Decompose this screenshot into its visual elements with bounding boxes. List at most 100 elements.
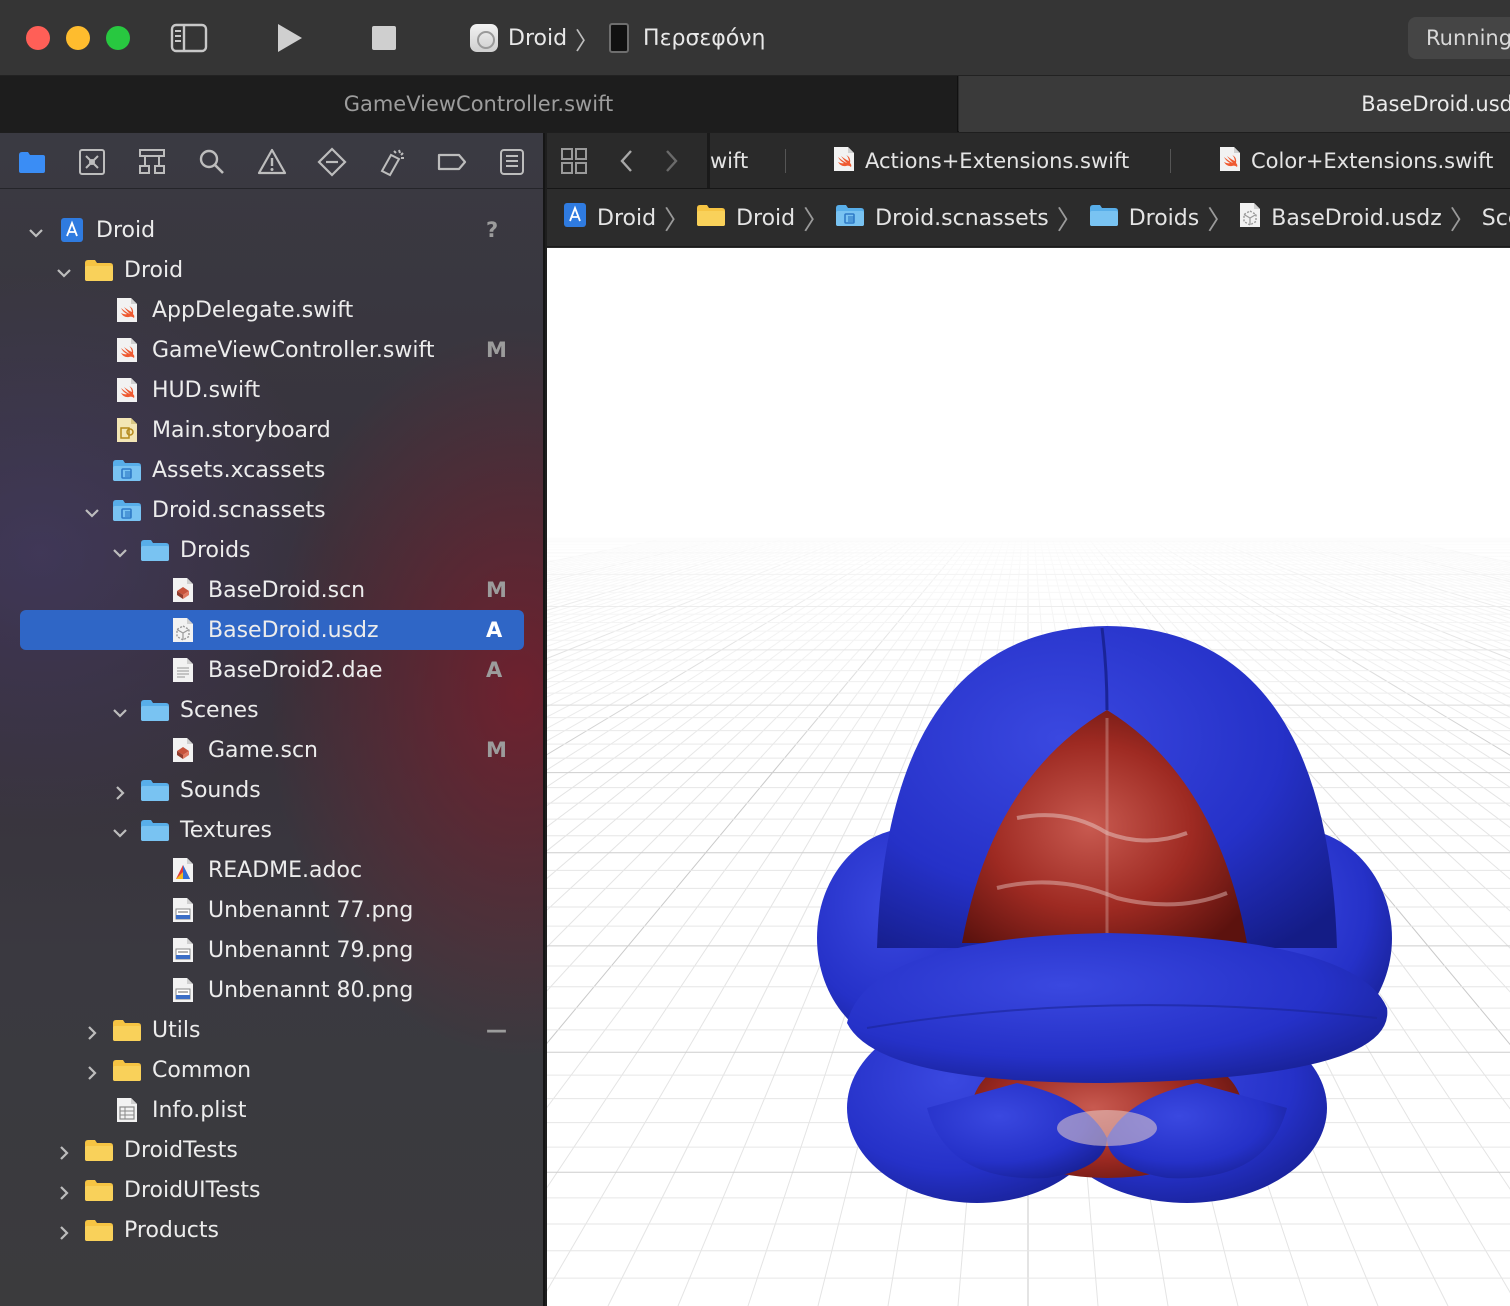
breakpoint-icon[interactable] [437,147,467,177]
file-tree-label: Sounds [180,778,261,803]
chevron-right-icon: 〉 [1207,205,1234,236]
file-tree-row-droiduitests[interactable]: DroidUITests [0,1170,543,1210]
png-icon [172,897,194,929]
folder-icon [84,1138,114,1168]
chevron-down-icon[interactable] [112,702,128,718]
app-scheme-icon [470,24,498,52]
file-tree-row-gameviewcontroller-swift[interactable]: GameViewController.swift M [0,330,543,370]
scheme-selector[interactable]: Droid 〉 Περσεφόνη [470,20,766,56]
file-tree-row-game-scn[interactable]: Game.scn M [0,730,543,770]
folder-icon [84,258,114,288]
swift-file-icon [833,146,855,177]
file-tree-row-droid[interactable]: Droid? [0,210,543,250]
file-tree-label: Droids [180,538,251,563]
editor-tab-color-extensions[interactable]: Color+Extensions.swift [1219,133,1494,188]
back-arrow-icon[interactable] [617,133,637,188]
editor-tab-1[interactable]: wift [710,133,748,188]
breadcrumb-droid[interactable]: Droid [696,203,795,233]
file-tree-label: GameViewController.swift [152,338,435,363]
file-tree-label: Assets.xcassets [152,458,326,483]
chevron-right-icon[interactable] [112,782,128,800]
source-control-badge: ? [486,218,499,242]
chevron-right-icon[interactable] [56,1142,72,1160]
editor-tab-bar: wift Actions+Extensions.swift Color+Exte… [547,133,1510,189]
folder-icon [84,1178,114,1208]
chevron-right-icon[interactable] [56,1222,72,1240]
chevron-down-icon[interactable] [84,502,100,518]
file-tree-label: Utils [152,1018,201,1043]
file-tree-row-basedroid-usdz[interactable]: BaseDroid.usdz A [20,610,524,650]
zoom-window-button[interactable] [106,26,130,50]
close-window-button[interactable] [26,26,50,50]
grid-icon[interactable] [559,133,589,188]
file-tree-row-basedroid2-dae[interactable]: BaseDroid2.dae A [0,650,543,690]
project-icon [60,217,84,249]
stop-button[interactable] [370,24,398,56]
file-tree-row-utils[interactable]: Utils — [0,1010,543,1050]
file-tree-row-common[interactable]: Common [0,1050,543,1090]
file-tree-row-textures[interactable]: Textures [0,810,543,850]
breadcrumb-droid[interactable]: Droid [563,202,656,234]
chevron-right-icon: 〉 [664,205,691,236]
project-navigator: Droid? Droid AppDelegate.swift GameViewCont… [0,133,545,1306]
warning-icon[interactable] [257,147,287,177]
file-tree-row-scenes[interactable]: Scenes [0,690,543,730]
file-tree-row-basedroid-scn[interactable]: BaseDroid.scn M [0,570,543,610]
report-icon[interactable] [497,147,527,177]
chevron-down-icon[interactable] [112,822,128,838]
breadcrumb-label: Scene graph [1481,205,1510,231]
editor-tab-actions-extensions[interactable]: Actions+Extensions.swift [833,133,1129,188]
file-tree-row-unbenannt-79-png[interactable]: Unbenannt 79.png [0,930,543,970]
scene-canvas [547,248,1510,1306]
file-tree-row-readme-adoc[interactable]: README.adoc [0,850,543,890]
file-tree-row-sounds[interactable]: Sounds [0,770,543,810]
hierarchy-icon[interactable] [137,147,167,177]
breadcrumb-scene-graph[interactable]: Scene graph [1482,206,1510,231]
file-tree-label: BaseDroid.usdz [208,618,379,643]
chevron-right-icon: 〉 [1056,205,1083,236]
window-tab-label: GameViewController.swift [343,92,614,116]
sidebar-toggle-icon[interactable] [170,20,208,60]
file-tree-row-info-plist[interactable]: Info.plist [0,1090,543,1130]
breadcrumb-basedroid-usdz[interactable]: BaseDroid.usdz [1239,202,1442,234]
source-control-badge: M [486,578,507,602]
debug-icon[interactable] [377,147,407,177]
scene-viewport[interactable] [547,248,1510,1306]
file-tree-label: Textures [180,818,272,843]
window-tab-gameviewcontroller[interactable]: GameViewController.swift [0,76,958,132]
file-tree-row-droids[interactable]: Droids [0,530,543,570]
folder-icon [112,1058,142,1088]
editor-tab-label: Color+Extensions.swift [1251,149,1494,173]
doc-icon [172,657,194,689]
run-button[interactable] [274,20,306,60]
source-control-badge: A [486,618,503,642]
file-tree-row-products[interactable]: Products [0,1210,543,1250]
file-tree-row-droid-scnassets[interactable]: Droid.scnassets [0,490,543,530]
activity-status: Running [1408,17,1510,59]
window-tab-basedroid[interactable]: BaseDroid.usdz [959,76,1510,132]
chevron-right-icon[interactable] [56,1182,72,1200]
chevron-right-icon[interactable] [84,1022,100,1040]
breadcrumb-droid-scnassets[interactable]: Droid.scnassets [835,203,1049,233]
source-control-icon[interactable] [77,147,107,177]
file-tree-row-main-storyboard[interactable]: Main.storyboard [0,410,543,450]
file-tree-row-assets-xcassets[interactable]: Assets.xcassets [0,450,543,490]
breadcrumb-droids[interactable]: Droids [1089,203,1199,233]
file-tree-row-droidtests[interactable]: DroidTests [0,1130,543,1170]
chevron-right-icon: 〉 [1449,205,1476,236]
chevron-down-icon[interactable] [56,262,72,278]
folder-icon[interactable] [17,147,47,177]
chevron-down-icon[interactable] [28,222,44,238]
search-icon[interactable] [197,147,227,177]
test-icon[interactable] [317,147,347,177]
file-tree-row-droid[interactable]: Droid [0,250,543,290]
minimize-window-button[interactable] [66,26,90,50]
window-tab-label: BaseDroid.usdz [1361,92,1510,116]
file-tree-row-unbenannt-80-png[interactable]: Unbenannt 80.png [0,970,543,1010]
chevron-down-icon[interactable] [112,542,128,558]
file-tree-row-hud-swift[interactable]: HUD.swift [0,370,543,410]
file-tree-row-unbenannt-77-png[interactable]: Unbenannt 77.png [0,890,543,930]
forward-arrow-icon[interactable] [661,133,681,188]
chevron-right-icon[interactable] [84,1062,100,1080]
file-tree-row-appdelegate-swift[interactable]: AppDelegate.swift [0,290,543,330]
